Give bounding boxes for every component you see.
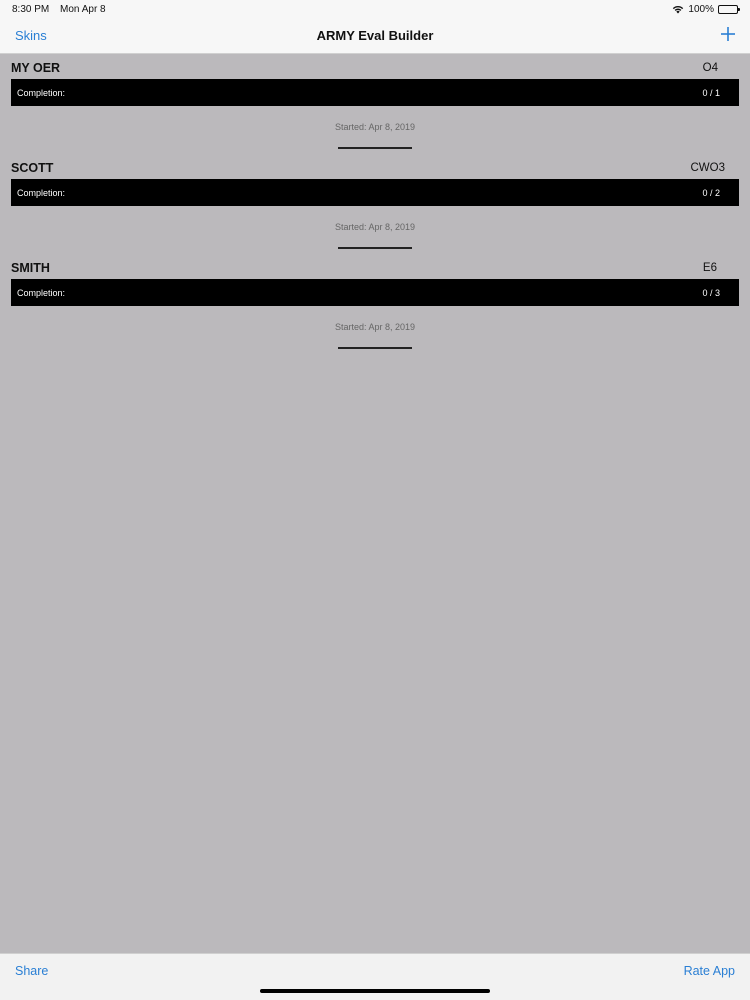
completion-bar[interactable]: Completion: 0 / 3 <box>11 279 739 306</box>
completion-label: Completion: <box>17 188 66 198</box>
eval-card-smith[interactable]: SMITH E6 Completion: 0 / 3 Started: Apr … <box>0 255 750 355</box>
home-indicator[interactable] <box>260 989 490 993</box>
card-divider <box>338 147 412 149</box>
status-bar: 8:30 PM Mon Apr 8 100% <box>0 0 750 18</box>
card-divider <box>338 347 412 349</box>
completion-count: 0 / 2 <box>702 188 720 198</box>
completion-count: 0 / 3 <box>702 288 720 298</box>
card-divider <box>338 247 412 249</box>
page-title: ARMY Eval Builder <box>316 28 434 43</box>
completion-bar[interactable]: Completion: 0 / 1 <box>11 79 739 106</box>
battery-icon <box>718 5 740 14</box>
eval-list: MY OER O4 Completion: 0 / 1 Started: Apr… <box>0 55 750 953</box>
plus-icon[interactable] <box>720 24 736 44</box>
eval-name: SCOTT <box>11 161 54 175</box>
share-button[interactable]: Share <box>15 964 48 978</box>
completion-label: Completion: <box>17 88 66 98</box>
eval-rank: O4 <box>702 62 718 74</box>
eval-rank: E6 <box>702 262 717 274</box>
completion-bar[interactable]: Completion: 0 / 2 <box>11 179 739 206</box>
status-right: 100% <box>672 4 740 15</box>
started-date: Started: Apr 8, 2019 <box>334 122 416 132</box>
eval-name: SMITH <box>11 261 50 275</box>
status-date: Mon Apr 8 <box>60 4 106 15</box>
nav-bar: Skins ARMY Eval Builder <box>0 18 750 54</box>
rate-app-button[interactable]: Rate App <box>684 964 735 978</box>
started-date: Started: Apr 8, 2019 <box>334 322 416 332</box>
status-left: 8:30 PM Mon Apr 8 <box>12 4 106 15</box>
wifi-icon <box>673 5 684 14</box>
eval-name: MY OER <box>11 61 61 75</box>
eval-card-my-oer[interactable]: MY OER O4 Completion: 0 / 1 Started: Apr… <box>0 55 750 155</box>
completion-count: 0 / 1 <box>702 88 720 98</box>
eval-card-scott[interactable]: SCOTT CWO3 Completion: 0 / 2 Started: Ap… <box>0 155 750 255</box>
status-time: 8:30 PM <box>12 4 50 15</box>
battery-percent: 100% <box>688 4 714 15</box>
completion-label: Completion: <box>17 288 66 298</box>
started-date: Started: Apr 8, 2019 <box>334 222 416 232</box>
eval-rank: CWO3 <box>690 162 726 174</box>
